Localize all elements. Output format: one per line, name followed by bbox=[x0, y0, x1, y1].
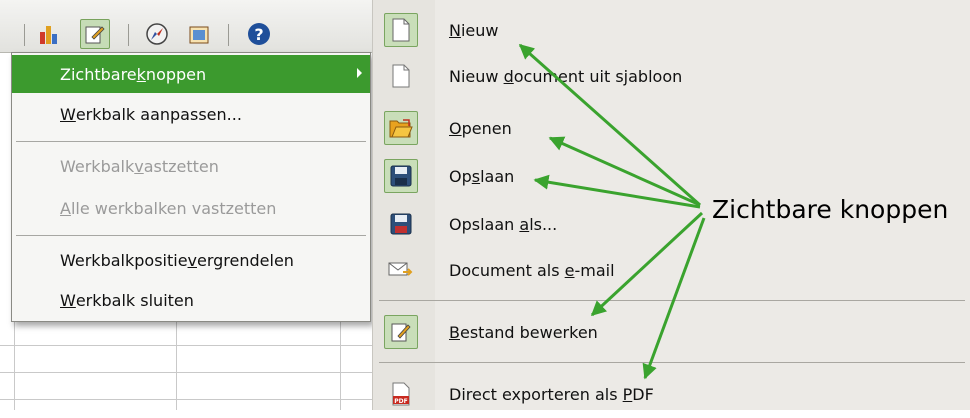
navigator-icon[interactable] bbox=[142, 19, 172, 49]
help-icon[interactable]: ? bbox=[244, 19, 274, 49]
grid-line bbox=[340, 320, 341, 410]
toolbar-strip: ? bbox=[0, 0, 372, 53]
menu-item-label: ergrendelen bbox=[197, 250, 294, 270]
pdf-export-icon: PDF bbox=[384, 377, 418, 411]
submenu-item-label: Nieuw document uit sjabloon bbox=[449, 67, 683, 86]
menu-item-label: astzetten bbox=[143, 156, 219, 176]
submenu-item-label: Nieuw bbox=[449, 21, 499, 40]
new-document-icon bbox=[384, 13, 418, 47]
menu-item-close-toolbar[interactable]: Werkbalk sluiten bbox=[12, 281, 370, 319]
menu-item-lock-toolbar-position[interactable]: Werkbalkpositie v ergrendelen bbox=[12, 241, 370, 279]
menu-item-dock-all-toolbars: Alle werkbalken vastzetten bbox=[12, 189, 370, 227]
menu-separator bbox=[16, 141, 366, 142]
submenu-item-new-from-template[interactable]: Nieuw document uit sjabloon bbox=[373, 54, 970, 100]
submenu-separator bbox=[379, 300, 965, 301]
template-document-icon bbox=[384, 59, 418, 93]
menu-item-customize-toolbar[interactable]: Werkbalk aanpassen... bbox=[12, 95, 370, 133]
menu-item-dock-toolbar: Werkbalk v astzetten bbox=[12, 147, 370, 185]
chart-icon[interactable] bbox=[34, 19, 64, 49]
toolbar-separator bbox=[24, 24, 25, 46]
submenu-item-new[interactable]: Nieuw bbox=[373, 8, 970, 54]
submenu-item-label: Opslaan als... bbox=[449, 215, 558, 234]
menu-item-label: Werkbalkpositie bbox=[60, 250, 188, 270]
submenu-item-export-pdf[interactable]: PDF Direct exporteren als PDF bbox=[373, 372, 970, 418]
menu-item-accelerator: A bbox=[60, 198, 71, 218]
grid-line bbox=[0, 399, 372, 400]
grid-line bbox=[0, 345, 372, 346]
submenu-item-label: Opslaan bbox=[449, 167, 515, 186]
submenu-item-email-document[interactable]: Document als e-mail bbox=[373, 248, 970, 294]
edit-file-icon bbox=[384, 315, 418, 349]
gallery-icon[interactable] bbox=[184, 19, 214, 49]
email-document-icon bbox=[384, 253, 418, 287]
menu-item-accelerator: v bbox=[187, 250, 197, 270]
menu-item-label: erkbalk sluiten bbox=[75, 290, 194, 310]
submenu-item-label: Openen bbox=[449, 119, 512, 138]
open-folder-icon bbox=[384, 111, 418, 145]
submenu-item-label: Document als e-mail bbox=[449, 261, 615, 280]
toolbar-context-menu: Zichtbare k noppen Werkbalk aanpassen... … bbox=[11, 52, 371, 322]
menu-item-label: noppen bbox=[145, 64, 207, 84]
toolbar-separator bbox=[228, 24, 229, 46]
submenu-item-label: Bestand bewerken bbox=[449, 323, 598, 342]
submenu-arrow-icon bbox=[357, 68, 362, 78]
menu-item-accelerator: k bbox=[136, 64, 146, 84]
menu-item-accelerator: v bbox=[134, 156, 144, 176]
grid-line bbox=[0, 372, 372, 373]
annotation-label: Zichtbare knoppen bbox=[712, 195, 949, 224]
edit-file-icon[interactable] bbox=[80, 19, 110, 49]
submenu-item-edit-file[interactable]: Bestand bewerken bbox=[373, 310, 970, 356]
submenu-item-save[interactable]: Opslaan bbox=[373, 154, 970, 200]
menu-item-accelerator: W bbox=[60, 104, 76, 124]
submenu-item-open[interactable]: Openen bbox=[373, 106, 970, 152]
toolbar-separator bbox=[128, 24, 129, 46]
grid-line bbox=[14, 320, 15, 410]
save-as-icon bbox=[384, 207, 418, 241]
menu-separator bbox=[16, 235, 366, 236]
submenu-item-label: Direct exporteren als PDF bbox=[449, 385, 654, 404]
save-icon bbox=[384, 159, 418, 193]
menu-item-label: lle werkbalken vastzetten bbox=[70, 198, 277, 218]
menu-item-visible-buttons[interactable]: Zichtbare k noppen bbox=[12, 55, 370, 93]
menu-item-label: Zichtbare bbox=[60, 64, 137, 84]
submenu-separator bbox=[379, 362, 965, 363]
grid-line bbox=[176, 320, 177, 410]
menu-item-label: erkbalk aanpassen... bbox=[75, 104, 242, 124]
svg-text:?: ? bbox=[254, 25, 263, 44]
menu-item-accelerator: W bbox=[60, 290, 76, 310]
svg-text:PDF: PDF bbox=[394, 398, 407, 405]
menu-item-label: Werkbalk bbox=[60, 156, 135, 176]
